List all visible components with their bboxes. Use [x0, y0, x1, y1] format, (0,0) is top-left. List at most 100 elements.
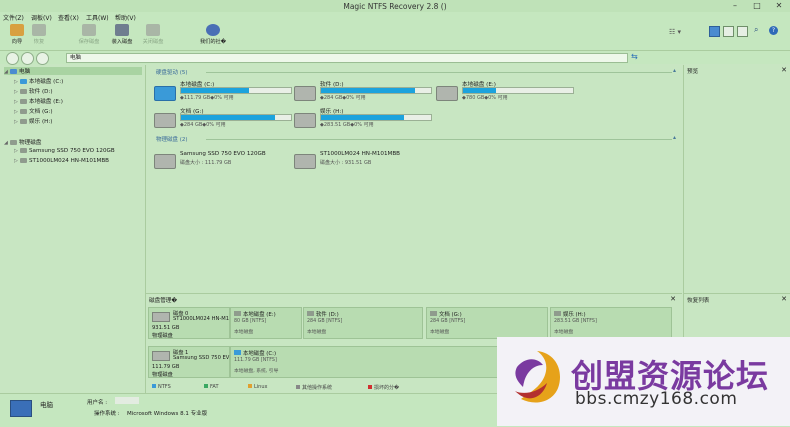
physical-header: 物理磁盘 (2)	[156, 137, 188, 143]
close-disk-icon	[146, 24, 160, 36]
partition-name: 文档 (G:)	[439, 312, 462, 318]
tree-item-drive-g[interactable]: ▷ 文档 (G:)	[14, 107, 53, 115]
drive-icon	[294, 86, 316, 101]
panel-layout-icon[interactable]	[709, 26, 720, 37]
window-title: Magic NTFS Recovery 2.8 ()	[343, 2, 447, 11]
address-value: 电脑	[70, 55, 82, 61]
collapse-icon[interactable]: ▴	[673, 67, 676, 74]
watermark-url: bbs.cmzy168.com	[575, 389, 738, 409]
windows-partition-icon	[234, 350, 241, 355]
collapse-icon[interactable]: ▴	[673, 134, 676, 141]
watermark: 创盟资源论坛 bbs.cmzy168.com	[497, 337, 790, 426]
drive-free: ◆284 GB◆0% 可用	[320, 95, 366, 101]
drive-tile-g[interactable]: 文档 (G:) ◆284 GB◆0% 可用	[154, 107, 294, 133]
legend-label: 损坏的分�	[374, 385, 400, 391]
legend-label: FAT	[210, 384, 219, 390]
drive-tile-e[interactable]: 本地磁盘 (E:) ◆780 GB◆0% 可用	[436, 80, 576, 106]
menu-tools[interactable]: 工具(W)	[86, 13, 109, 22]
drive-tile-d[interactable]: 软件 (D:) ◆284 GB◆0% 可用	[294, 80, 434, 106]
usage-bar	[180, 87, 292, 94]
restore-label: 恢复	[33, 39, 45, 45]
menu-view[interactable]: 查看(X)	[58, 13, 79, 22]
legend-label: Linux	[254, 384, 268, 390]
save-disk-button[interactable]: 保存磁盘	[72, 24, 106, 49]
refresh-icon[interactable]: ⇆	[631, 52, 638, 61]
help-icon[interactable]: ?	[769, 26, 778, 35]
address-bar: 电脑 ⇆	[0, 51, 790, 65]
close-icon[interactable]: ✕	[781, 295, 787, 303]
disk-1-header[interactable]: 磁盘 1 Samsung SSD 750 EV 111.79 GB 物理磁盘	[148, 346, 230, 378]
partition-name: 娱乐 (H:)	[563, 312, 586, 318]
forward-button[interactable]	[21, 52, 34, 65]
up-button[interactable]	[36, 52, 49, 65]
partition-type: 本地磁盘	[554, 330, 574, 335]
tree-item-drive-d[interactable]: ▷ 软件 (D:)	[14, 87, 53, 95]
tree-label: 物理磁盘	[19, 140, 42, 146]
save-disk-icon	[82, 24, 96, 36]
view-mode-icon[interactable]: ☷ ▾	[669, 28, 681, 36]
tree-item-drive-c[interactable]: ▷ 本地磁盘 (C:)	[14, 77, 63, 85]
mount-disk-label: 装入磁盘	[111, 39, 133, 45]
physical-tile-ssd[interactable]: Samsung SSD 750 EVO 120GB 磁盘大小 : 111.79 …	[154, 148, 294, 174]
usage-bar	[320, 114, 432, 121]
recovery-list-title: 恢复列表	[687, 298, 710, 304]
disk-name: ST1000LM024 HN-M101MBB	[320, 151, 401, 157]
tree-label: 软件 (D:)	[29, 89, 53, 95]
close-button[interactable]: ✕	[768, 0, 790, 12]
mount-disk-button[interactable]: 装入磁盘	[105, 24, 139, 49]
search-icon[interactable]: ⌕	[754, 25, 758, 35]
preview-title: 预览	[687, 69, 699, 75]
about-button[interactable]: 我们的社�	[196, 24, 230, 49]
disk-icon	[154, 154, 176, 169]
legend-label: NTFS	[158, 384, 171, 390]
menu-bar: 文件(Z) 调板(V) 查看(X) 工具(W) 帮助(V)	[0, 12, 790, 22]
preview-panel: 预览 ✕	[683, 65, 790, 293]
partition-name: 本地磁盘 (C:)	[243, 351, 277, 357]
drive-tile-c[interactable]: 本地磁盘 (C:) ◆111.79 GB◆0% 可用	[154, 80, 294, 106]
partition-size: 283.51 GB [NTFS]	[554, 319, 597, 324]
back-button[interactable]	[6, 52, 19, 65]
tree-item-ssd[interactable]: ▷ Samsung SSD 750 EVO 120GB	[14, 148, 115, 154]
partition-g[interactable]: 文档 (G:) 284 GB [NTFS] 本地磁盘	[426, 307, 548, 339]
tree-label: Samsung SSD 750 EVO 120GB	[29, 148, 115, 154]
drive-tile-h[interactable]: 娱乐 (H:) ◆283.51 GB◆0% 可用	[294, 107, 434, 133]
menu-edit[interactable]: 调板(V)	[31, 13, 52, 22]
hard-drives-header: 硬盘驱动 (5)	[156, 70, 188, 76]
close-disk-button[interactable]: 关闭磁盘	[136, 24, 170, 49]
partition-d[interactable]: 软件 (D:) 284 GB [NTFS] 本地磁盘	[303, 307, 423, 339]
menu-help[interactable]: 帮助(V)	[115, 13, 136, 22]
partition-c[interactable]: 本地磁盘 (C:) 111.79 GB [NTFS] 本地磁盘, 系统, 引导	[230, 346, 498, 378]
list-panel-icon[interactable]	[737, 26, 748, 37]
restore-button[interactable]: 恢复	[22, 24, 56, 49]
about-label: 我们的社�	[199, 39, 227, 45]
tree-item-drive-h[interactable]: ▷ 娱乐 (H:)	[14, 117, 52, 125]
tree-item-hdd[interactable]: ▷ ST1000LM024 HN-M101MBB	[14, 158, 109, 164]
os-label: 操作系统 :	[94, 411, 120, 417]
partition-type: 本地磁盘	[234, 330, 254, 335]
minimize-button[interactable]: –	[724, 0, 746, 12]
partition-h[interactable]: 娱乐 (H:) 283.51 GB [NTFS] 本地磁盘	[550, 307, 672, 339]
physical-tile-hdd[interactable]: ST1000LM024 HN-M101MBB 磁盘大小 : 931.51 GB	[294, 148, 434, 174]
drive-free: ◆111.79 GB◆0% 可用	[180, 95, 234, 101]
drive-icon	[154, 113, 176, 128]
tree-item-drive-e[interactable]: ▷ 本地磁盘 (E:)	[14, 97, 63, 105]
disk-size: 磁盘大小 : 931.51 GB	[320, 160, 372, 166]
partition-size: 80 GB [NTFS]	[234, 319, 267, 324]
close-icon[interactable]: ✕	[670, 295, 676, 303]
partition-e[interactable]: 本地磁盘 (E:) 80 GB [NTFS] 本地磁盘	[230, 307, 302, 339]
partition-type: 本地磁盘	[307, 330, 327, 335]
close-icon[interactable]: ✕	[781, 66, 787, 74]
maximize-button[interactable]: □	[746, 0, 768, 12]
folder-tree: ◢ 电脑 ▷ 本地磁盘 (C:) ▷ 软件 (D:) ▷ 本地磁盘 (E:) ▷ 文档 (…	[0, 65, 146, 393]
details-panel-icon[interactable]	[723, 26, 734, 37]
tree-item-computer[interactable]: ◢ 电脑	[4, 67, 142, 75]
tree-item-physical[interactable]: ◢ 物理磁盘	[4, 138, 41, 146]
drive-free: ◆780 GB◆0% 可用	[462, 95, 508, 101]
partition-type: 本地磁盘, 系统, 引导	[234, 369, 279, 374]
menu-file[interactable]: 文件(Z)	[3, 13, 24, 22]
drive-free: ◆284 GB◆0% 可用	[180, 122, 226, 128]
address-field[interactable]: 电脑	[66, 53, 628, 63]
mount-disk-icon	[115, 24, 129, 36]
disk-0-header[interactable]: 磁盘 0 ST1000LM024 HN-M1 931.51 GB 物理磁盘	[148, 307, 230, 339]
watermark-logo	[515, 351, 561, 403]
